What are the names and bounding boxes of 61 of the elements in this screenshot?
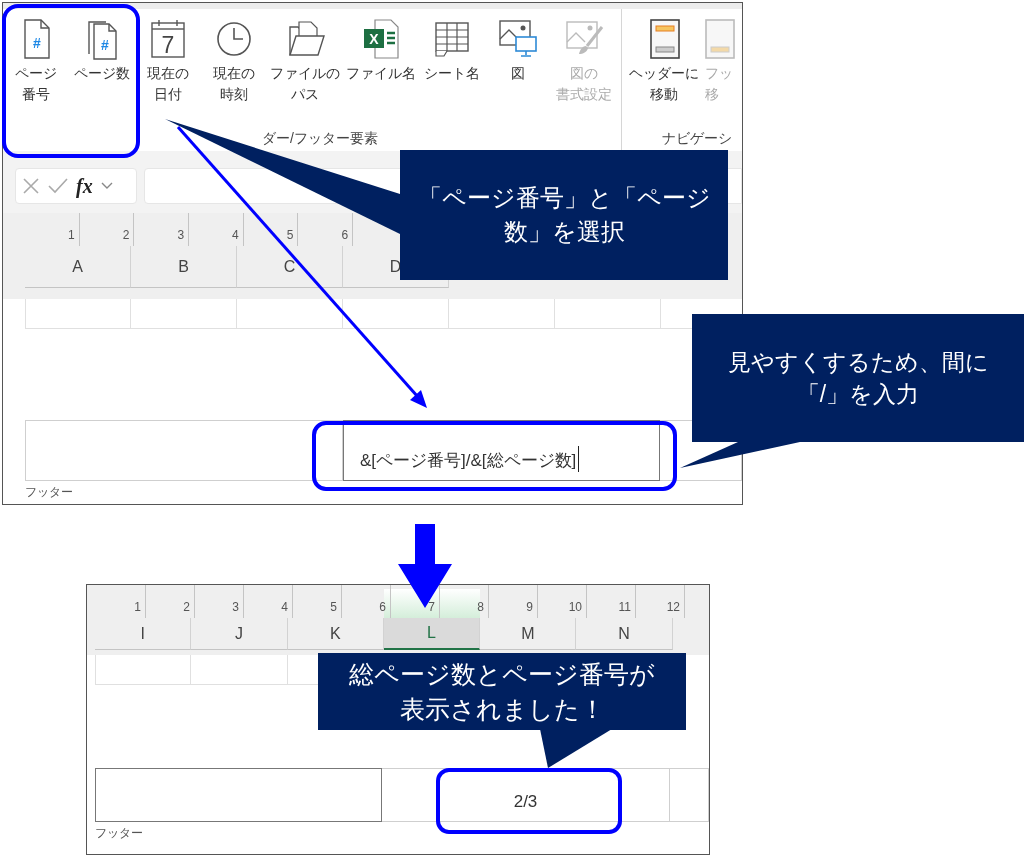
callout-text: 「ページ番号」と「ページ数」を選択 [416,183,712,247]
ruler-number: 10 [568,600,582,614]
sheet-cell[interactable] [237,299,343,329]
ribbon-button[interactable]: 7 現在の日付 [135,17,201,106]
ribbon-button[interactable]: ヘッダーに移動 [626,17,702,106]
footer-page-icon [705,17,735,61]
chevron-down-icon [100,182,113,190]
column-header[interactable]: I [95,618,192,650]
column-header[interactable]: K [287,618,384,650]
ruler-number: 6 [341,228,349,242]
insert-function-button[interactable]: fx [76,174,93,198]
ruler-number: 8 [477,600,484,614]
ruler-number: 11 [618,600,631,614]
ruler-number: 7 [428,600,435,614]
ruler-number: 1 [134,600,141,614]
sheet-cell[interactable] [25,299,131,329]
ruler-number: 4 [232,228,239,242]
sheet-cell[interactable] [449,299,555,329]
group-label: ダー/フッター要素 [261,130,379,148]
group-label: ナビゲーシ [661,130,733,148]
sheet-cell[interactable] [95,655,192,685]
ruler-number: 6 [379,600,386,614]
column-header[interactable]: C [237,246,343,288]
ribbon-button[interactable]: ファイルのパス [267,17,343,106]
sheet-cell[interactable] [555,299,661,329]
column-header[interactable]: A [25,246,131,288]
callout-text: 総ページ数とページ番号が表示されました！ [348,658,656,725]
ruler-number: 1 [68,228,75,242]
ruler-number: 5 [330,600,337,614]
cancel-icon [22,177,40,195]
ruler-number: 3 [177,228,185,242]
callout-text: 見やすくするため、間に「/」を入力 [726,347,990,409]
column-header[interactable]: N [576,618,673,650]
ruler-number: 12 [666,600,680,614]
sheet-cell[interactable] [191,655,288,685]
footer-section[interactable]: 2/3 [382,768,670,822]
footer-section[interactable]: &[ページ番号]/&[総ページ数] [343,420,660,481]
check-icon [48,177,68,195]
ribbon-button[interactable]: 図 [485,17,551,106]
column-header[interactable]: B [131,246,237,288]
ribbon-button[interactable]: シート名 [419,17,485,106]
footer-text: &[ページ番号]/&[総ページ数] [360,450,577,472]
footer-section[interactable] [95,768,382,822]
ruler-number: 9 [526,600,533,614]
ribbon-button[interactable]: # ページ数 [69,17,135,106]
footer-text: 2/3 [513,791,538,813]
ruler-number: 4 [281,600,288,614]
column-header[interactable]: M [480,618,577,650]
sheet-cell[interactable] [131,299,237,329]
sheet-cell[interactable] [343,299,449,329]
ruler-number: 5 [286,228,294,242]
ruler-number: 2 [183,600,190,614]
column-header[interactable]: J [191,618,288,650]
column-header[interactable]: L [383,618,481,650]
footer-label: フッター [25,484,73,501]
footer-label: フッター [95,825,143,842]
ruler-number: 2 [122,228,130,242]
ribbon-button[interactable]: 現在の時刻 [201,17,267,106]
ruler-number: 3 [232,600,239,614]
ribbon-button[interactable]: # ページ番号 [3,17,69,106]
ribbon-button[interactable]: X ファイル名 [343,17,419,106]
